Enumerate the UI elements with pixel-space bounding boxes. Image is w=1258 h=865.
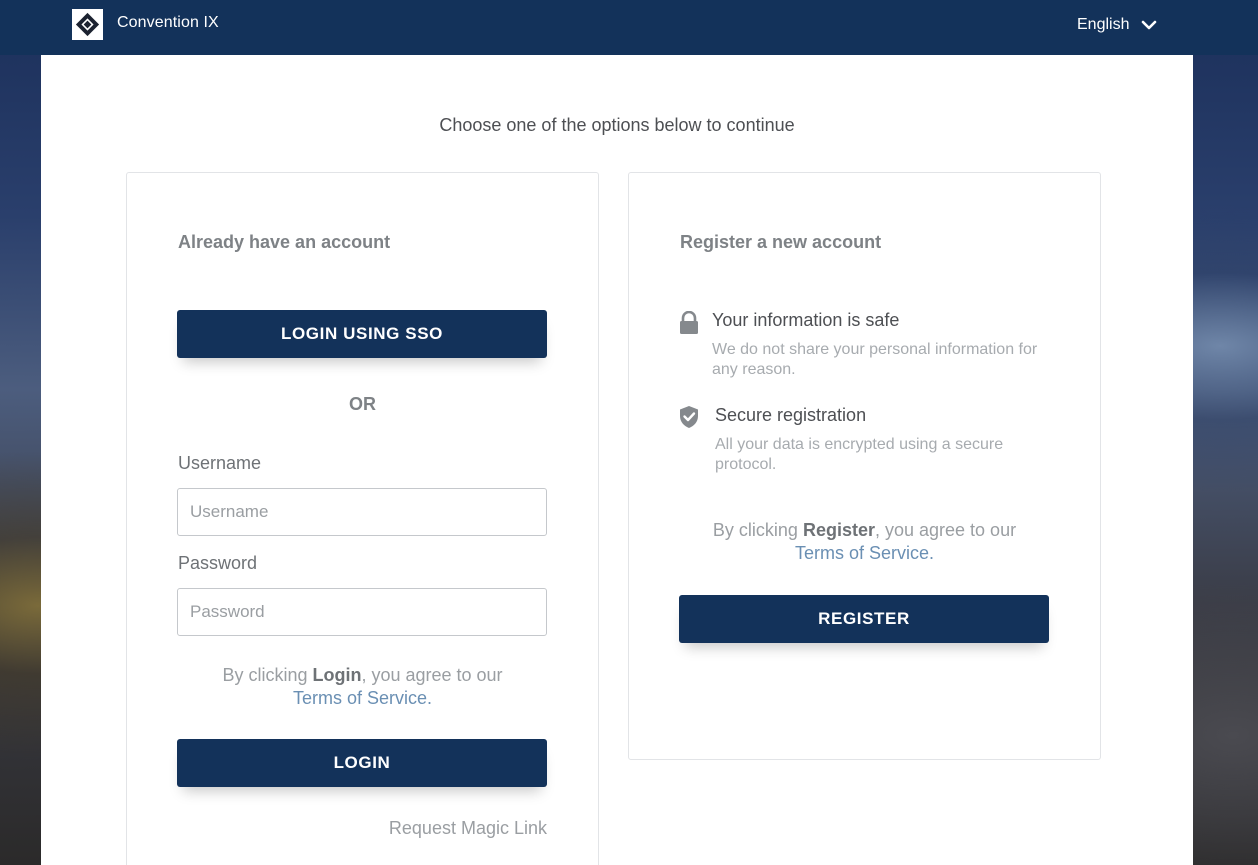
- feature-info-safe-description: We do not share your personal informatio…: [712, 341, 1038, 378]
- register-terms: By clicking Register, you agree to our T…: [629, 519, 1100, 565]
- main-panel: Choose one of the options below to conti…: [41, 55, 1193, 865]
- password-label: Password: [178, 553, 258, 573]
- login-terms-middle: , you agree to our: [361, 665, 503, 685]
- register-terms-prefix: By clicking: [712, 520, 803, 540]
- login-sso-button[interactable]: LOGIN USING SSO: [177, 310, 547, 358]
- language-label: English: [1077, 16, 1130, 33]
- register-card: Register a new account Your information …: [628, 172, 1101, 760]
- feature-info-safe-title: Your information is safe: [712, 310, 900, 330]
- feature-secure-registration-title: Secure registration: [715, 405, 867, 425]
- username-input[interactable]: [177, 488, 547, 536]
- request-magic-link[interactable]: Request Magic Link: [389, 818, 547, 839]
- register-terms-action: Register: [802, 520, 875, 540]
- top-bar: Convention IX English: [0, 0, 1258, 55]
- lock-icon: [680, 311, 698, 334]
- login-terms-prefix: By clicking: [222, 665, 313, 685]
- login-card-title: Already have an account: [178, 232, 391, 252]
- shield-check-icon: [680, 406, 698, 428]
- register-terms-link[interactable]: Terms of Service.: [795, 543, 934, 563]
- login-button[interactable]: LOGIN: [177, 739, 547, 787]
- login-terms-link[interactable]: Terms of Service.: [293, 688, 432, 708]
- brand-logo-icon[interactable]: [72, 9, 103, 40]
- username-label: Username: [178, 453, 262, 473]
- login-terms-action: Login: [312, 665, 362, 685]
- password-input[interactable]: [177, 588, 547, 636]
- feature-secure-registration-description: All your data is encrypted using a secur…: [715, 436, 1004, 473]
- chevron-down-icon: [1142, 20, 1157, 30]
- or-divider: OR: [349, 394, 376, 414]
- brand-name[interactable]: Convention IX: [117, 14, 219, 32]
- register-terms-middle: , you agree to our: [874, 520, 1017, 540]
- login-terms: By clicking Login, you agree to our Term…: [127, 664, 598, 710]
- login-card: Already have an account LOGIN USING SSO …: [126, 172, 599, 865]
- intro-text: Choose one of the options below to conti…: [439, 115, 795, 135]
- language-selector[interactable]: English: [1077, 16, 1157, 34]
- register-card-title: Register a new account: [680, 232, 882, 252]
- register-button[interactable]: REGISTER: [679, 595, 1049, 643]
